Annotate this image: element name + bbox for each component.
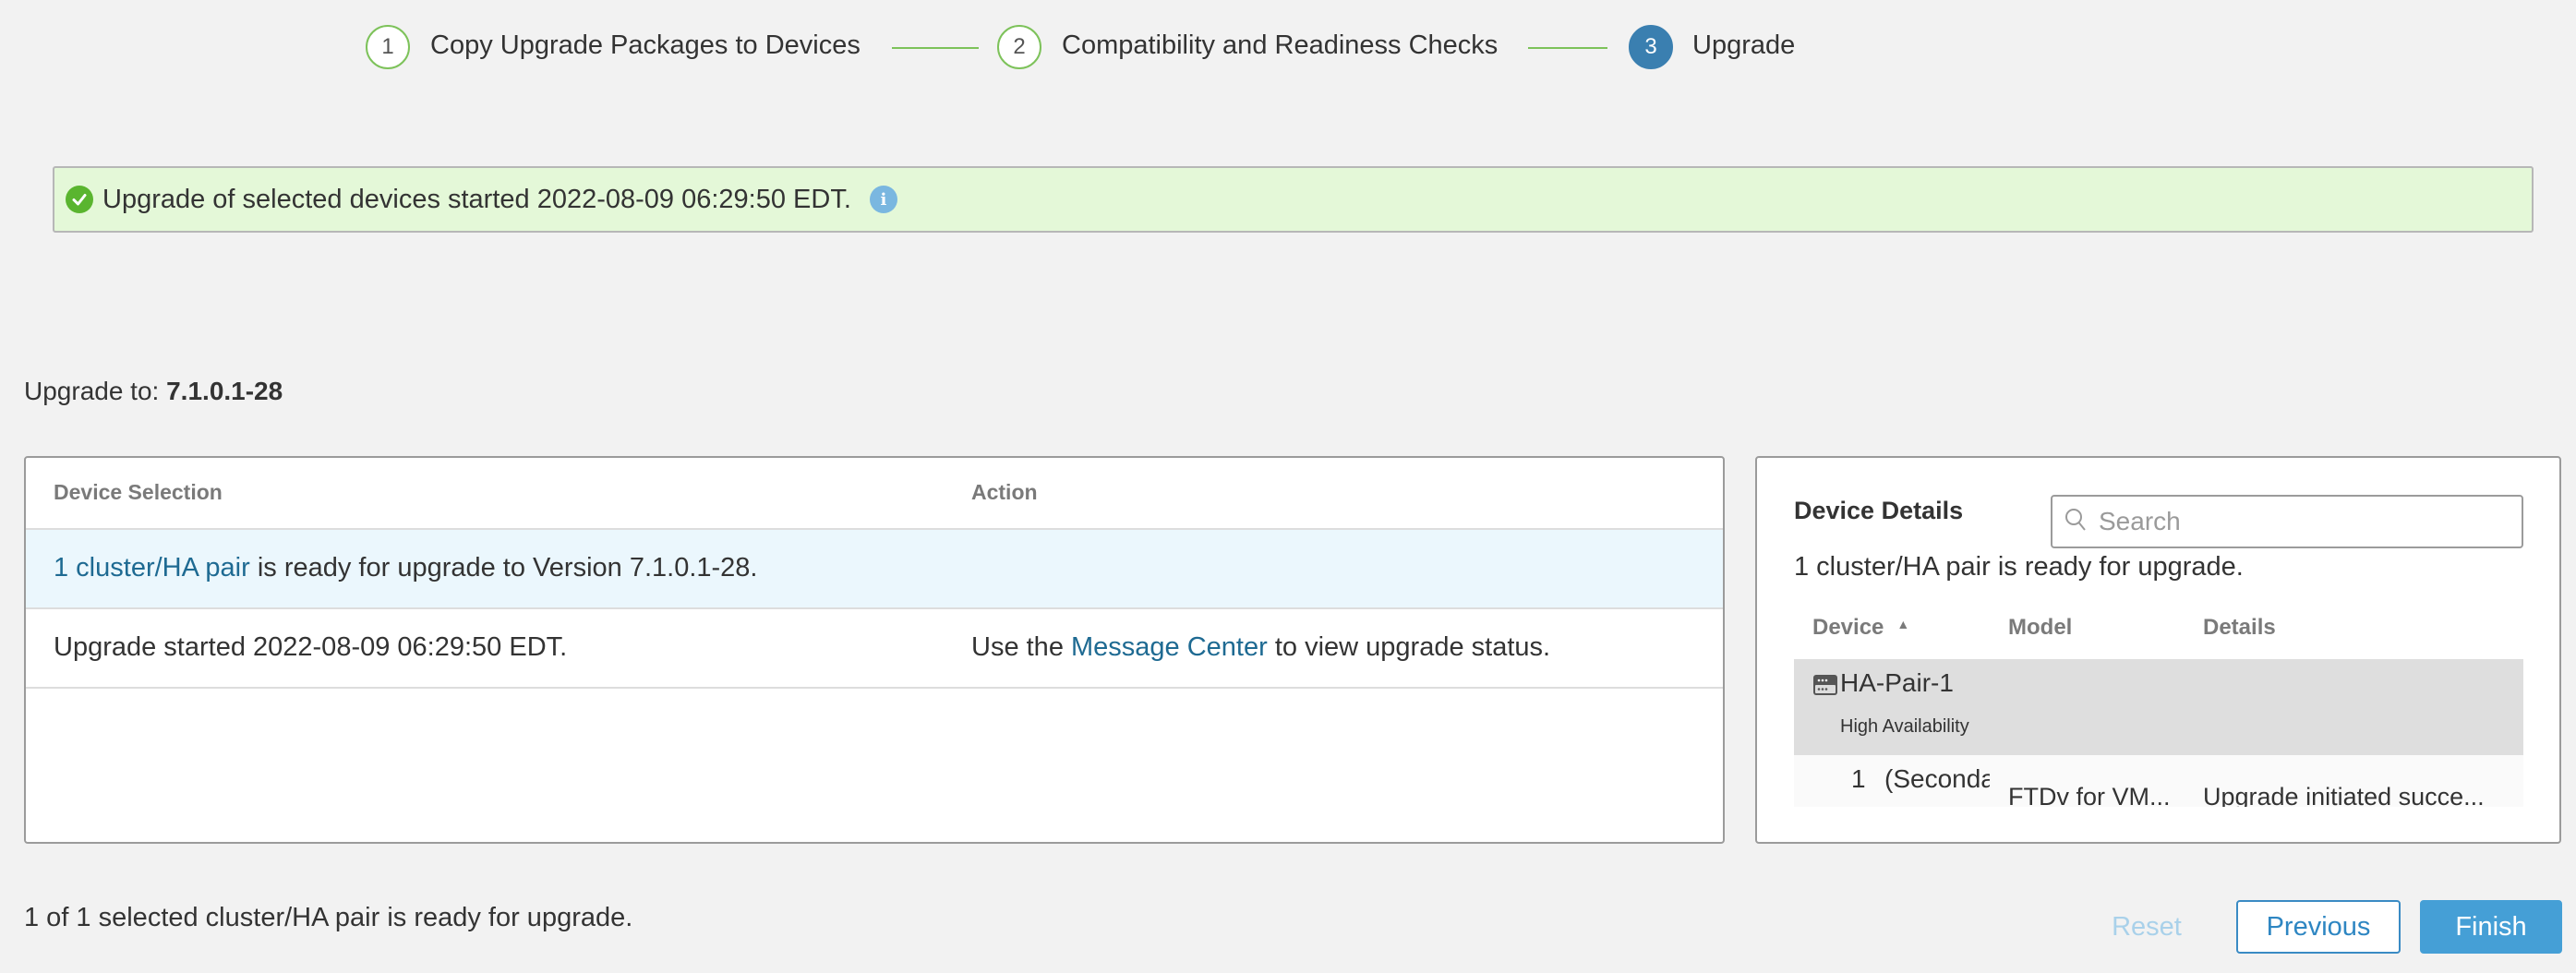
action-prefix: Use the (971, 632, 1071, 662)
reset-button[interactable]: Reset (2096, 900, 2197, 954)
info-icon[interactable]: i (869, 186, 897, 213)
step-1-circle[interactable]: 1 (366, 25, 410, 69)
device-selection-cell: 1 cluster/HA pair is ready for upgrade t… (54, 553, 758, 583)
device-details-title: Device Details (1794, 497, 1964, 524)
device-index: 1 (1851, 764, 1866, 793)
device-row[interactable]: 1 (Secondary) FTDv for VM... Upgrade ini… (1794, 755, 2523, 807)
upgrade-to-label: Upgrade to: (24, 377, 160, 405)
ha-pair-icon (1812, 674, 1838, 701)
step-3-label[interactable]: Upgrade (1692, 30, 1795, 61)
step-connector (892, 47, 979, 49)
step-3-circle[interactable]: 3 (1629, 25, 1673, 69)
action-suffix: to view upgrade status. (1267, 632, 1551, 662)
previous-button[interactable]: Previous (2236, 900, 2401, 954)
device-selection-panel: Device Selection Action 1 cluster/HA pai… (24, 456, 1725, 844)
success-banner: Upgrade of selected devices started 2022… (53, 166, 2534, 233)
check-circle-icon (66, 186, 93, 213)
group-type: High Availability (1840, 716, 1969, 737)
upgrade-target: Upgrade to: 7.1.0.1-28 (24, 377, 283, 406)
message-center-link[interactable]: Message Center (1071, 632, 1268, 662)
step-1-label[interactable]: Copy Upgrade Packages to Devices (430, 30, 861, 61)
column-header-device-label: Device (1812, 615, 1884, 640)
action-cell: Use the Message Center to view upgrade s… (971, 632, 1550, 663)
device-selection-cell: Upgrade started 2022-08-09 06:29:50 EDT. (54, 632, 568, 662)
device-details-summary: 1 cluster/HA pair is ready for upgrade. (1794, 552, 2244, 582)
upgrade-version: 7.1.0.1-28 (166, 377, 283, 405)
search-icon (2064, 507, 2088, 537)
cluster-ha-pair-link[interactable]: 1 cluster/HA pair (54, 553, 250, 583)
selection-status: 1 of 1 selected cluster/HA pair is ready… (24, 903, 633, 932)
column-header-details[interactable]: Details (2203, 615, 2276, 641)
column-header-device[interactable]: Device ▲ (1812, 615, 1909, 641)
group-name: HA-Pair-1 (1840, 668, 1954, 697)
step-2-circle[interactable]: 2 (997, 25, 1041, 69)
search-input[interactable] (2099, 507, 2505, 536)
device-model: FTDv for VM... (2008, 783, 2171, 807)
device-name: (Secondary) (1884, 764, 1990, 793)
column-header-model[interactable]: Model (2008, 615, 2072, 641)
step-2-label[interactable]: Compatibility and Readiness Checks (1062, 30, 1498, 61)
table-row[interactable]: 1 cluster/HA pair is ready for upgrade t… (26, 530, 1723, 609)
sort-ascending-icon: ▲ (1896, 617, 1910, 631)
banner-message: Upgrade of selected devices started 2022… (102, 184, 851, 214)
selection-text: is ready for upgrade to Version 7.1.0.1-… (249, 553, 758, 583)
device-search[interactable] (2051, 495, 2523, 548)
column-header-action: Action (971, 480, 1038, 504)
step-connector (1528, 47, 1607, 49)
device-upgrade-details: Upgrade initiated succe... (2203, 783, 2485, 807)
column-header-device-selection: Device Selection (54, 480, 223, 504)
table-header: Device Selection Action (26, 458, 1723, 530)
table-row[interactable]: Upgrade started 2022-08-09 06:29:50 EDT.… (26, 609, 1723, 689)
device-group-row[interactable]: HA-Pair-1 High Availability (1794, 659, 2523, 755)
device-details-panel: Device Details 1 cluster/HA pair is read… (1755, 456, 2561, 844)
finish-button[interactable]: Finish (2420, 900, 2562, 954)
